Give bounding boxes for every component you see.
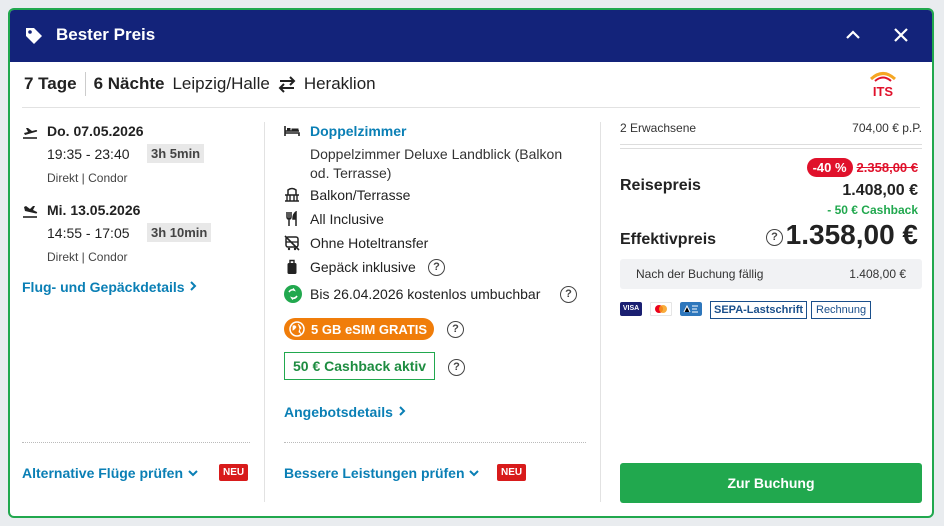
outbound-date: Do. 07.05.2026 (47, 123, 144, 139)
divider (22, 107, 920, 108)
effective-price-label: Effektivpreis (620, 231, 717, 248)
inbound-carrier: Condor (88, 250, 128, 264)
chevron-right-icon (190, 281, 197, 291)
plane-takeoff-icon (23, 128, 38, 139)
outbound-duration: 3h 5min (147, 144, 205, 163)
mastercard-icon (650, 302, 672, 316)
no-bus-icon (284, 235, 300, 251)
book-button[interactable]: Zur Buchung (620, 463, 922, 503)
divider (620, 144, 922, 145)
offer-details-link[interactable]: Angebotsdetails (284, 404, 407, 420)
visa-icon: VISA (620, 302, 642, 316)
chevron-down-icon (188, 470, 198, 477)
better-services-label: Bessere Leistungen prüfen (284, 465, 465, 481)
travel-price-label: Reisepreis (620, 177, 701, 194)
bed-icon (284, 126, 300, 136)
destination-airport: Heraklion (303, 74, 376, 93)
inbound-duration: 3h 10min (147, 223, 212, 242)
invoice-label: Rechnung (816, 304, 867, 316)
room-description: Doppelzimmer Deluxe Landblick (Balkon od… (310, 145, 562, 183)
amenity-transfer-label: Ohne Hoteltransfer (310, 235, 429, 251)
chevron-down-icon (469, 470, 480, 477)
travel-price: 1.408,00 € (842, 182, 918, 199)
help-icon[interactable]: ? (448, 359, 465, 376)
travellers-label: 2 Erwachsene (620, 121, 697, 135)
alternative-flights-label: Alternative Flüge prüfen (22, 465, 184, 481)
help-icon[interactable]: ? (560, 286, 577, 303)
its-logo-text: ITS (873, 84, 894, 99)
book-button-label: Zur Buchung (727, 475, 815, 491)
outbound-carrier: Condor (88, 171, 128, 185)
tag-icon (26, 28, 42, 44)
cashback-label: 50 € Cashback aktiv (293, 358, 427, 374)
due-after-booking-row: Nach der Buchung fällig 1.408,00 € (620, 259, 922, 289)
offer-header: Bester Preis (10, 10, 932, 62)
swap-arrows-icon (278, 76, 296, 93)
old-price: 2.358,00 € (856, 160, 918, 175)
collapse-chevron-up-icon[interactable] (842, 24, 864, 46)
due-amount: 1.408,00 € (849, 267, 906, 281)
alternative-flights-link[interactable]: Alternative Flüge prüfen (22, 465, 199, 481)
divider (620, 148, 922, 149)
visa-label: VISA (622, 305, 640, 312)
chevron-right-icon (399, 406, 406, 416)
offer-details-label: Angebotsdetails (284, 404, 393, 420)
outbound-time: 19:35 - 23:40 (47, 146, 130, 162)
trip-days: 7 Tage (24, 74, 77, 93)
divider (22, 442, 250, 443)
due-label: Nach der Buchung fällig (636, 267, 764, 281)
help-icon[interactable]: ? (428, 259, 445, 276)
inbound-time: 14:55 - 17:05 (47, 225, 130, 241)
luggage-icon (287, 259, 297, 274)
amenity-board-label: All Inclusive (310, 211, 384, 227)
sepa-badge: SEPA-Lastschrift (710, 301, 808, 319)
rebook-icon (284, 285, 302, 303)
better-services-link[interactable]: Bessere Leistungen prüfen (284, 465, 480, 481)
inbound-date: Mi. 13.05.2026 (47, 202, 141, 218)
discount-badge: -40 % (806, 158, 853, 177)
divider (600, 122, 601, 502)
cashback-amount: - 50 € Cashback (827, 203, 918, 217)
new-badge: NEU (497, 464, 527, 481)
room-type-label[interactable]: Doppelzimmer (310, 123, 406, 139)
outbound-airline: Direkt | Condor (47, 171, 128, 185)
invoice-badge: Rechnung (811, 301, 872, 319)
trip-nights: 6 Nächte (93, 74, 165, 93)
inbound-type: Direkt (47, 250, 79, 264)
help-icon[interactable]: ? (447, 321, 464, 338)
sepa-label: SEPA-Lastschrift (714, 304, 804, 316)
travellers-row: 2 Erwachsene 704,00 € p.P. (620, 121, 922, 135)
globe-icon (289, 321, 305, 337)
offer-title: Bester Preis (56, 25, 156, 44)
route-summary: 7 Tage 6 Nächte Leipzig/Halle Heraklion (24, 72, 376, 96)
outbound-type: Direkt (47, 171, 79, 185)
price-per-person: 704,00 € p.P. (852, 121, 922, 135)
cashback-badge: 50 € Cashback aktiv (284, 352, 436, 380)
discount-row: -40 % 2.358,00 € (806, 158, 918, 177)
divider (284, 442, 586, 443)
cutlery-icon (286, 211, 297, 226)
its-logo: ITS (869, 72, 897, 99)
new-badge: NEU (219, 464, 249, 481)
amenity-balcony-label: Balkon/Terrasse (310, 187, 411, 203)
divider (264, 122, 265, 502)
offer-card: Bester Preis 7 Tage 6 Nächte Leipzig/Hal… (8, 8, 934, 518)
inbound-airline: Direkt | Condor (47, 250, 128, 264)
esim-badge: 5 GB eSIM GRATIS (284, 318, 435, 340)
close-icon[interactable] (890, 24, 912, 46)
amenity-luggage-label: Gepäck inklusive (310, 259, 416, 275)
amex-icon (680, 302, 702, 316)
room-description-line: od. Terrasse) (310, 165, 392, 181)
balcony-icon (285, 187, 299, 202)
flight-details-link[interactable]: Flug- und Gepäckdetails (22, 279, 198, 295)
flight-details-label: Flug- und Gepäckdetails (22, 279, 185, 295)
help-icon[interactable]: ? (766, 229, 783, 246)
plane-landing-icon (23, 206, 38, 218)
divider (84, 72, 86, 96)
amenity-rebook-label: Bis 26.04.2026 kostenlos umbuchbar (310, 286, 541, 302)
room-description-line: Doppelzimmer Deluxe Landblick (Balkon (310, 146, 563, 162)
effective-price: 1.358,00 € (785, 219, 918, 250)
esim-label: 5 GB eSIM GRATIS (311, 321, 428, 337)
origin-airport: Leipzig/Halle (172, 74, 270, 93)
